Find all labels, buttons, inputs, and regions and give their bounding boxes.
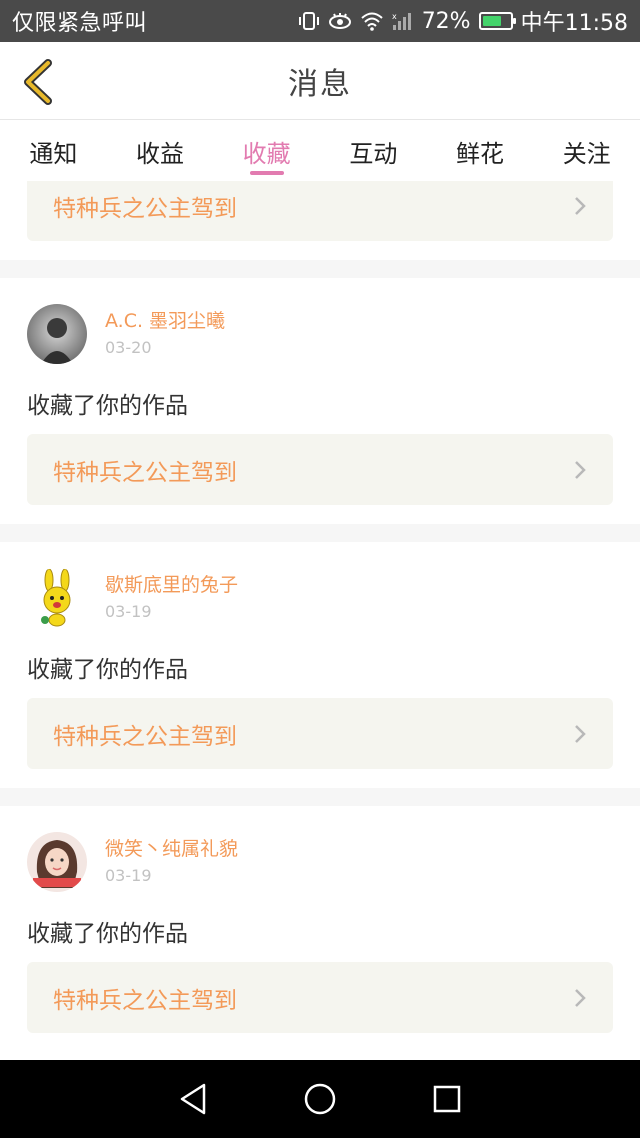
list-item: 歇斯底里的兔子 03-19 收藏了你的作品 特种兵之公主驾到 <box>0 542 640 788</box>
username[interactable]: 歇斯底里的兔子 <box>105 571 238 599</box>
system-nav-bar <box>0 1060 640 1138</box>
chevron-right-icon <box>575 460 586 479</box>
active-tab-indicator <box>249 171 284 175</box>
tab-label: 收藏 <box>242 139 291 168</box>
eye-icon <box>328 12 352 30</box>
nav-home-button[interactable] <box>300 1079 340 1119</box>
chevron-right-icon <box>575 196 586 215</box>
work-link[interactable]: 特种兵之公主驾到 <box>27 962 613 1033</box>
user-row: 歇斯底里的兔子 03-19 <box>27 568 238 628</box>
back-triangle-icon <box>181 1083 206 1115</box>
action-text: 收藏了你的作品 <box>27 657 188 683</box>
recents-square-icon <box>433 1085 460 1113</box>
battery-icon <box>478 12 516 30</box>
user-row: A.C. 墨羽尘曦 03-20 <box>27 304 225 364</box>
user-row: 微笑丶纯属礼貌 03-19 <box>27 832 238 892</box>
chevron-right-icon <box>575 988 586 1007</box>
svg-text:x: x <box>392 12 397 21</box>
wifi-icon <box>360 11 384 31</box>
tab-interaction[interactable]: 互动 <box>320 121 427 181</box>
list-item: 微笑丶纯属礼貌 03-19 收藏了你的作品 特种兵之公主驾到 <box>0 806 640 1052</box>
header: 消息 <box>0 42 640 120</box>
page-title: 消息 <box>288 66 352 102</box>
tab-label: 关注 <box>562 139 611 168</box>
work-title: 特种兵之公主驾到 <box>53 723 237 750</box>
chevron-right-icon <box>575 724 586 743</box>
work-link[interactable]: 特种兵之公主驾到 <box>27 181 613 241</box>
nav-back-button[interactable] <box>173 1079 213 1119</box>
tab-bar: 通知 收益 收藏 互动 鲜花 关注 <box>0 121 640 181</box>
work-title: 特种兵之公主驾到 <box>53 459 237 486</box>
work-link[interactable]: 特种兵之公主驾到 <box>27 698 613 769</box>
list-item: 特种兵之公主驾到 <box>0 181 640 260</box>
tab-flowers[interactable]: 鲜花 <box>427 121 534 181</box>
tab-label: 互动 <box>349 139 398 168</box>
username[interactable]: A.C. 墨羽尘曦 <box>105 307 225 335</box>
status-carrier-text: 仅限紧急呼叫 <box>12 11 148 36</box>
signal-icon: x <box>392 11 414 31</box>
avatar[interactable] <box>27 832 87 892</box>
date: 03-19 <box>105 866 152 885</box>
tab-label: 收益 <box>136 139 184 168</box>
username[interactable]: 微笑丶纯属礼貌 <box>105 835 238 863</box>
divider <box>0 788 640 806</box>
tab-label: 通知 <box>29 139 78 168</box>
action-text: 收藏了你的作品 <box>27 921 188 947</box>
work-title: 特种兵之公主驾到 <box>53 195 237 222</box>
home-circle-icon <box>304 1083 336 1115</box>
status-bar: 仅限紧急呼叫 x 72% 中午11:58 <box>0 0 640 42</box>
divider <box>0 524 640 542</box>
battery-percent: 72% <box>421 8 471 34</box>
list-item: A.C. 墨羽尘曦 03-20 收藏了你的作品 特种兵之公主驾到 <box>0 278 640 524</box>
avatar[interactable] <box>27 304 87 364</box>
tab-notification[interactable]: 通知 <box>0 121 107 181</box>
nav-recents-button[interactable] <box>427 1079 467 1119</box>
date: 03-19 <box>105 602 152 621</box>
tab-follow[interactable]: 关注 <box>533 121 640 181</box>
status-time: 中午11:58 <box>520 11 628 36</box>
avatar[interactable] <box>27 568 87 628</box>
vibrate-icon <box>298 11 320 31</box>
date: 03-20 <box>105 338 152 357</box>
tab-favorites[interactable]: 收藏 <box>213 121 320 181</box>
work-title: 特种兵之公主驾到 <box>53 987 237 1014</box>
back-button[interactable] <box>16 58 60 106</box>
message-list[interactable]: 特种兵之公主驾到 A.C. 墨羽尘曦 03-20 收藏了你的作品 特种兵之公主驾… <box>0 181 640 1060</box>
tab-label: 鲜花 <box>456 139 505 168</box>
work-link[interactable]: 特种兵之公主驾到 <box>27 434 613 505</box>
status-icons: x 72% 中午11:58 <box>298 5 628 37</box>
action-text: 收藏了你的作品 <box>27 393 188 419</box>
chevron-left-icon <box>24 59 52 105</box>
tab-income[interactable]: 收益 <box>107 121 214 181</box>
divider <box>0 260 640 278</box>
